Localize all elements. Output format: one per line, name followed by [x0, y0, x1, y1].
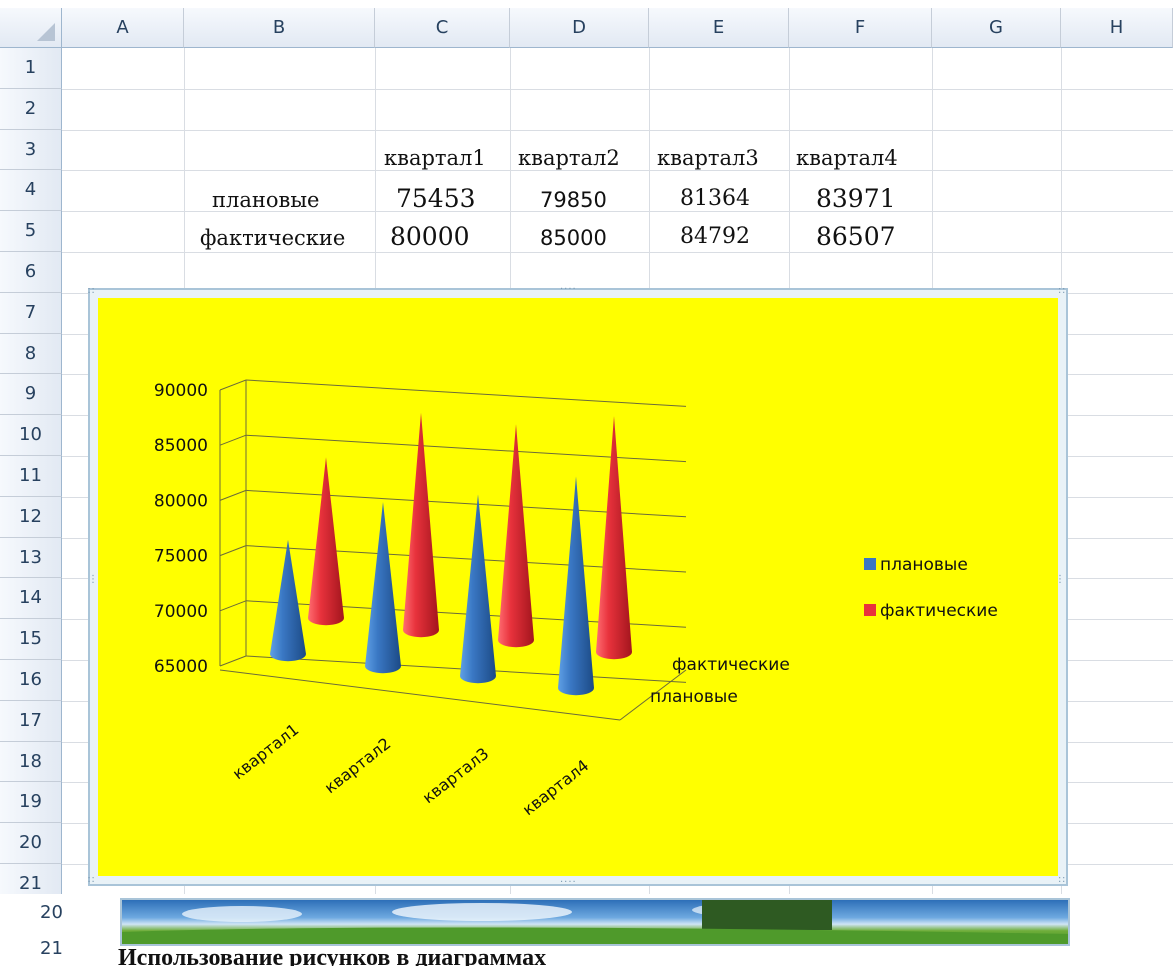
row-header-17[interactable]: 17	[0, 700, 62, 742]
row-number-21: 21	[40, 938, 63, 959]
row-header-19[interactable]: 19	[0, 782, 62, 824]
grid-line-back	[245, 379, 687, 407]
category-label: квартал4	[519, 756, 593, 819]
resize-handle-bl[interactable]: ∷	[88, 875, 95, 886]
legend-swatch	[864, 558, 876, 570]
row-header-20[interactable]: 20	[0, 823, 62, 864]
row-header-4[interactable]: 4	[0, 170, 62, 212]
column-header-a[interactable]: A	[62, 8, 184, 48]
actual-q2[interactable]: 85000	[540, 226, 607, 250]
row-header-3[interactable]: 3	[0, 129, 62, 171]
header-q4[interactable]: квартал4	[796, 146, 898, 170]
y-tick-label: 85000	[154, 436, 208, 456]
legend-swatch	[864, 604, 876, 616]
row-header-13[interactable]: 13	[0, 537, 62, 579]
cone-planned	[270, 539, 306, 662]
cone-actual	[498, 424, 534, 648]
actual-q1[interactable]: 80000	[390, 222, 470, 251]
header-q1[interactable]: квартал1	[384, 146, 486, 170]
y-tick-label: 65000	[154, 657, 208, 677]
legend-label: плановые	[880, 555, 968, 575]
grid-line-horizontal	[62, 129, 1173, 131]
column-header-h[interactable]: H	[1061, 8, 1173, 48]
grid-line-side	[219, 545, 247, 557]
y-tick-label: 80000	[154, 491, 208, 511]
grid-line-horizontal	[62, 88, 1173, 90]
legend-label: фактические	[880, 601, 998, 621]
select-all-triangle-icon	[37, 23, 55, 41]
row-number-20: 20	[40, 902, 63, 923]
row-header-18[interactable]: 18	[0, 741, 62, 783]
column-header-b[interactable]: B	[184, 8, 375, 48]
grid-line-side	[219, 434, 247, 446]
select-all-corner[interactable]	[0, 8, 62, 48]
planned-q3[interactable]: 81364	[680, 186, 750, 211]
grid-line-horizontal	[62, 252, 1173, 253]
cone-actual	[596, 415, 632, 660]
grid-line-back	[245, 434, 687, 463]
depth-label-planned: плановые	[650, 687, 738, 707]
y-tick-label: 90000	[154, 381, 208, 401]
grid-line-horizontal	[62, 170, 1173, 172]
row-header-1[interactable]: 1	[0, 48, 62, 89]
column-header-d[interactable]: D	[510, 8, 649, 48]
column-header-g[interactable]: G	[932, 8, 1061, 48]
grid-line-side	[219, 600, 247, 612]
cone-planned	[460, 494, 496, 684]
resize-handle-top[interactable]: ····	[560, 284, 577, 295]
column-header-c[interactable]: C	[375, 8, 510, 48]
resize-handle-bottom[interactable]: ····	[560, 877, 577, 888]
landscape-image	[122, 900, 1068, 944]
cone-chart: 65000 70000 75000 80000 85000 90000 квартал1 кв…	[154, 379, 998, 819]
depth-label-actual: фактические	[672, 655, 790, 675]
row-header-16[interactable]: 16	[0, 660, 62, 701]
row-header-15[interactable]: 15	[0, 619, 62, 660]
actual-q3[interactable]: 84792	[680, 224, 750, 249]
resize-handle-br[interactable]: ∷	[1059, 875, 1066, 886]
y-tick-label: 70000	[154, 602, 208, 622]
row-header-14[interactable]: 14	[0, 578, 62, 620]
category-label: квартал3	[419, 744, 493, 807]
planned-q2[interactable]: 79850	[540, 188, 607, 212]
grid-line-side	[219, 379, 247, 391]
row-header-2[interactable]: 2	[0, 88, 62, 130]
y-tick-label: 75000	[154, 547, 208, 567]
row-label-planned[interactable]: плановые	[212, 188, 319, 212]
category-label: квартал1	[229, 720, 303, 783]
header-q3[interactable]: квартал3	[657, 146, 759, 170]
row-header-12[interactable]: 12	[0, 496, 62, 538]
row-header-5[interactable]: 5	[0, 211, 62, 252]
header-q2[interactable]: квартал2	[518, 146, 620, 170]
spreadsheet: ABCDEFGH 1 2 3 4 5 6 7 8 9 10 11 12 13 14 15 16 17 18 19 20…	[0, 0, 1173, 906]
category-label: квартал2	[321, 734, 395, 797]
planned-q1[interactable]: 75453	[396, 184, 476, 213]
column-header-f[interactable]: F	[789, 8, 932, 48]
actual-q4[interactable]: 86507	[816, 222, 896, 251]
resize-handle-tr[interactable]: ∷	[1059, 286, 1066, 297]
column-header-e[interactable]: E	[649, 8, 789, 48]
row-header-10[interactable]: 10	[0, 415, 62, 456]
landscape-picture	[120, 898, 1070, 946]
cone-planned	[365, 502, 401, 674]
grid-line-side	[219, 655, 247, 667]
chart-area[interactable]: 65000 70000 75000 80000 85000 90000 квартал1 кв…	[98, 298, 1058, 876]
cone-actual	[308, 457, 344, 626]
row-header-9[interactable]: 9	[0, 374, 62, 416]
document-caption: Использование рисунков в диаграммах	[118, 946, 547, 966]
row-label-actual[interactable]: фактические	[200, 226, 345, 250]
planned-q4[interactable]: 83971	[816, 184, 896, 213]
chart-object[interactable]: ∷ ···· ∷ ⋮ ⋮ ∷ ···· ∷ 65000 70000 75000 800…	[88, 284, 1068, 888]
resize-handle-tl[interactable]: ∷	[88, 286, 95, 297]
grid-line-side	[219, 489, 247, 501]
row-header-8[interactable]: 8	[0, 333, 62, 375]
row-header-11[interactable]: 11	[0, 456, 62, 497]
row-header-6[interactable]: 6	[0, 252, 62, 293]
row-header-7[interactable]: 7	[0, 292, 62, 334]
